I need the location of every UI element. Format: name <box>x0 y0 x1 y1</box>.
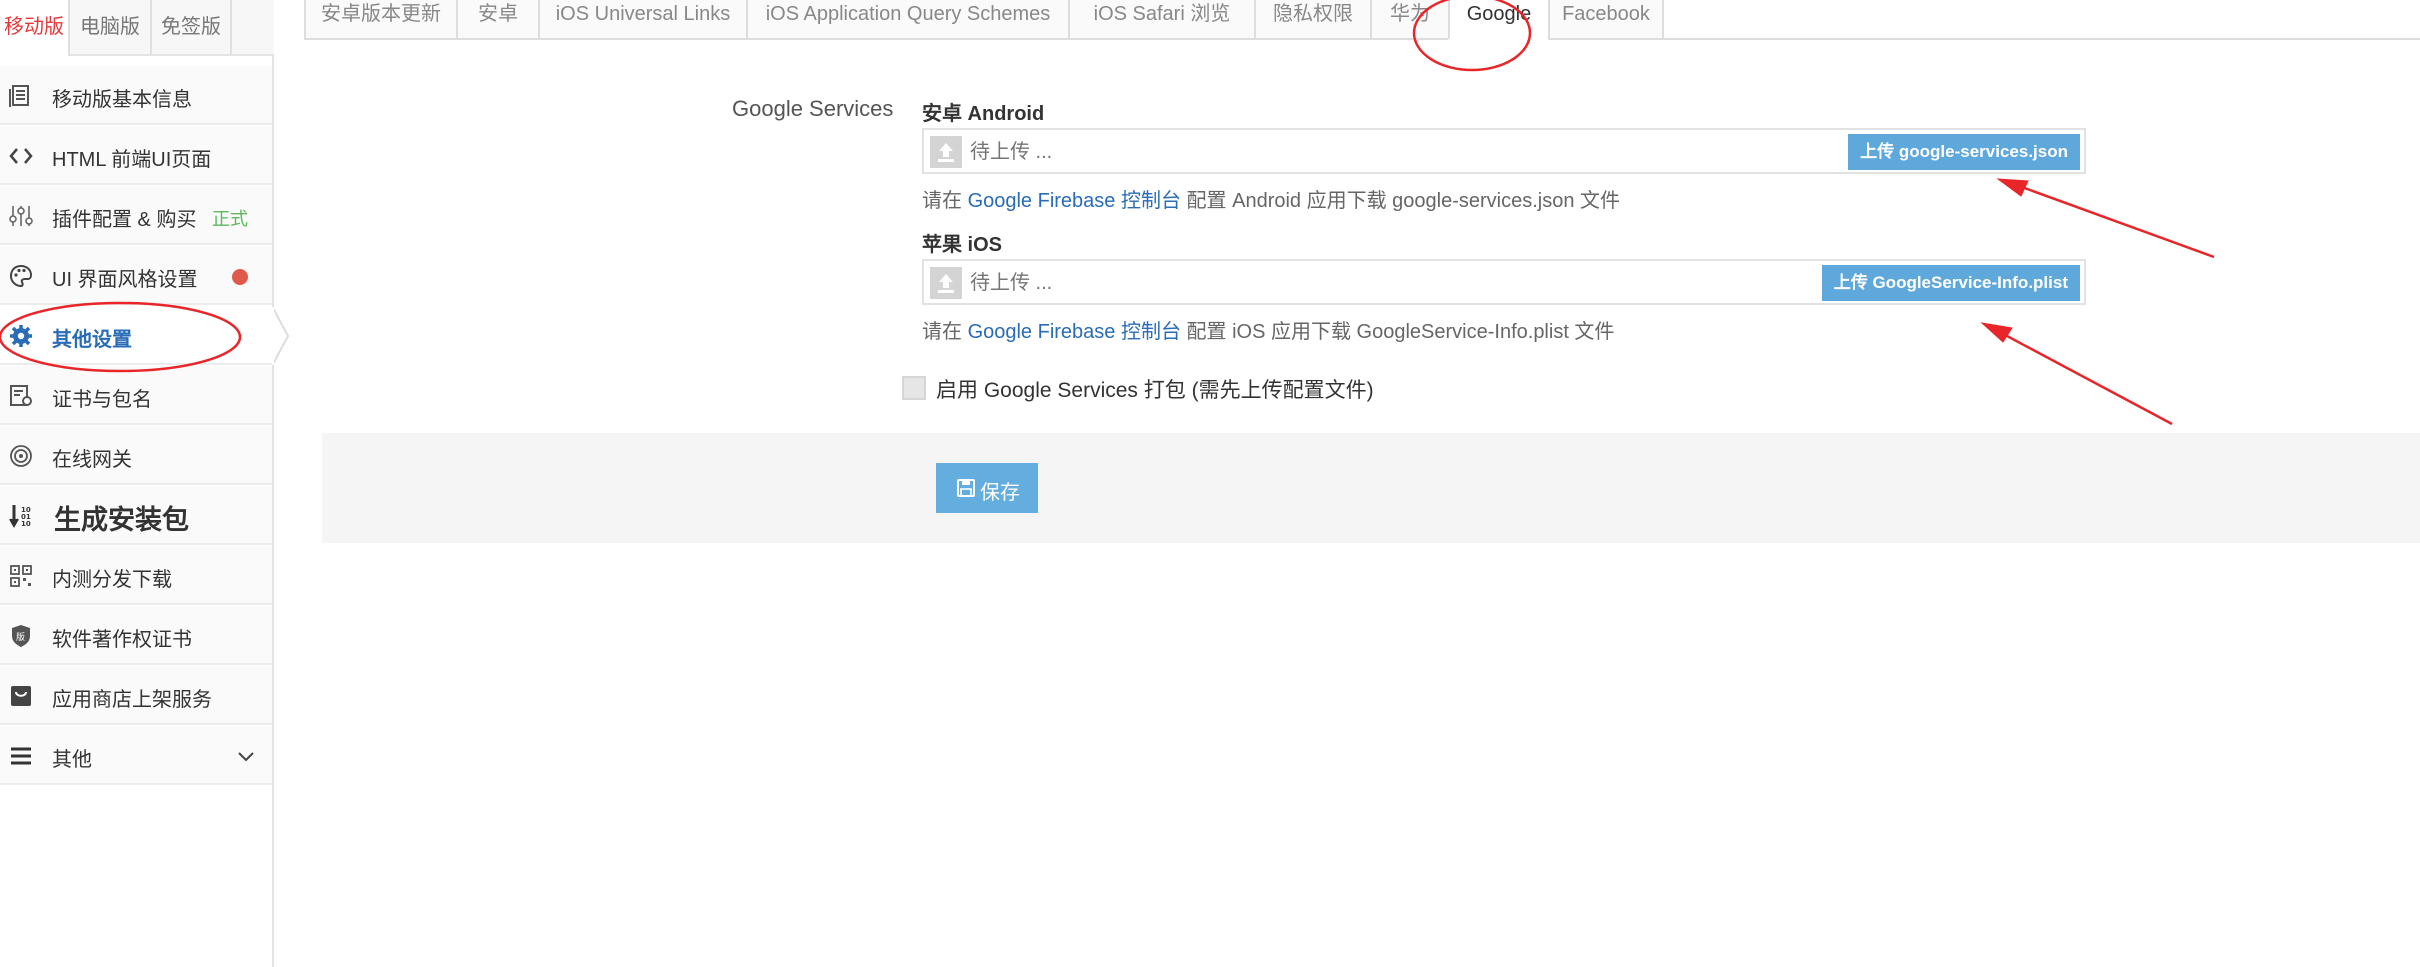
tab-ios-universal-links[interactable]: iOS Universal Links <box>538 0 748 40</box>
sidebar-item-label: 移动版基本信息 <box>52 89 192 111</box>
code-icon <box>8 143 34 169</box>
palette-icon <box>8 263 34 289</box>
sidebar-item-html-ui[interactable]: HTML 前端UI页面 <box>0 126 272 185</box>
android-upload-field: 上传 google-services.json <box>922 128 2086 174</box>
sidebar-item-label: 内测分发下载 <box>52 569 172 591</box>
sidebar-item-label: 软件著作权证书 <box>52 629 192 651</box>
tab-privacy[interactable]: 隐私权限 <box>1254 0 1372 40</box>
tab-huawei[interactable]: 华为 <box>1370 0 1450 40</box>
official-badge: 正式 <box>212 209 248 229</box>
menu-icon <box>8 743 34 769</box>
sidebar-item-other-settings[interactable]: 其他设置 <box>0 306 272 365</box>
sidebar-item-build-package[interactable]: 10 01 10 生成安装包 <box>0 486 272 545</box>
svg-text:版: 版 <box>16 631 25 643</box>
notification-dot <box>232 269 248 285</box>
google-services-label: Google Services <box>732 96 894 121</box>
tab-facebook[interactable]: Facebook <box>1548 0 1664 40</box>
tab-android[interactable]: 安卓 <box>456 0 540 40</box>
firebase-console-link[interactable]: Google Firebase 控制台 <box>968 321 1181 343</box>
network-icon <box>8 443 34 469</box>
chevron-down-icon[interactable] <box>236 746 256 766</box>
upload-icon <box>930 267 962 299</box>
save-button[interactable]: 保存 <box>936 463 1038 513</box>
sidebar-tab-desktop[interactable]: 电脑版 <box>70 0 152 54</box>
gear-icon <box>8 323 34 349</box>
sidebar-item-label: UI 界面风格设置 <box>52 269 198 291</box>
ios-file-input[interactable] <box>970 267 1570 299</box>
enable-google-services-checkbox[interactable] <box>902 376 926 400</box>
sidebar-item-label: 应用商店上架服务 <box>52 689 212 711</box>
upload-google-services-json-button[interactable]: 上传 google-services.json <box>1848 134 2080 170</box>
sidebar-item-copyright[interactable]: 版 软件著作权证书 <box>0 606 272 665</box>
tab-google[interactable]: Google <box>1448 0 1550 40</box>
enable-google-services-label[interactable]: 启用 Google Services 打包 (需先上传配置文件) <box>936 374 1374 404</box>
sidebar-item-label: 其他设置 <box>52 329 132 351</box>
sidebar-item-ui-style[interactable]: UI 界面风格设置 <box>0 246 272 305</box>
tab-android-update[interactable]: 安卓版本更新 <box>304 0 458 40</box>
copyright-shield-icon: 版 <box>8 623 34 649</box>
sidebar-tab-mobile[interactable]: 移动版 <box>0 0 70 56</box>
annotation-arrow-android <box>1996 178 2215 259</box>
help-prefix: 请在 <box>922 190 962 212</box>
sidebar-tab-nosign[interactable]: 免签版 <box>152 0 232 54</box>
sidebar: 移动版 电脑版 免签版 移动版基本信息 HTML 前端UI页面 插件配置 & 购… <box>0 0 274 967</box>
sidebar-item-plugin-config[interactable]: 插件配置 & 购买 正式 <box>0 186 272 245</box>
save-label: 保存 <box>980 482 1020 504</box>
sidebar-item-label: 其他 <box>52 749 92 771</box>
sidebar-item-label: 证书与包名 <box>52 389 152 411</box>
sidebar-item-label: HTML 前端UI页面 <box>52 149 212 171</box>
android-help-text: 请在 Google Firebase 控制台 配置 Android 应用下载 g… <box>922 184 1620 213</box>
sidebar-item-label: 生成安装包 <box>54 505 189 535</box>
sidebar-item-certificate[interactable]: 证书与包名 <box>0 366 272 425</box>
ios-label: 苹果 iOS <box>922 234 1003 256</box>
sidebar-item-label: 插件配置 & 购买 <box>52 209 197 231</box>
active-item-pointer <box>272 306 290 366</box>
help-prefix: 请在 <box>922 321 962 343</box>
sidebar-item-app-store-service[interactable]: 应用商店上架服务 <box>0 666 272 725</box>
floppy-disk-icon <box>957 479 975 497</box>
certificate-icon <box>8 383 34 409</box>
android-label: 安卓 Android <box>922 103 1045 125</box>
sliders-icon <box>8 203 34 229</box>
document-list-icon <box>8 83 34 109</box>
sidebar-item-beta-distribution[interactable]: 内测分发下载 <box>0 546 272 605</box>
store-bag-icon <box>8 683 34 709</box>
binary-sort-icon: 10 01 10 <box>8 503 34 529</box>
sidebar-version-tabs: 移动版 电脑版 免签版 <box>0 0 274 56</box>
svg-text:10: 10 <box>21 520 31 528</box>
sidebar-item-label: 在线网关 <box>52 449 132 471</box>
ios-upload-field: 上传 GoogleService-Info.plist <box>922 259 2086 305</box>
tab-ios-query-schemes[interactable]: iOS Application Query Schemes <box>746 0 1070 40</box>
ios-help-text: 请在 Google Firebase 控制台 配置 iOS 应用下载 Googl… <box>922 315 1614 344</box>
upload-icon <box>930 136 962 168</box>
sidebar-item-other[interactable]: 其他 <box>0 726 272 785</box>
sidebar-item-online-gateway[interactable]: 在线网关 <box>0 426 272 485</box>
form-footer: 保存 <box>322 433 2420 543</box>
help-suffix: 配置 Android 应用下载 google-services.json 文件 <box>1186 190 1621 212</box>
annotation-arrow-ios <box>1980 322 2173 426</box>
tab-ios-safari[interactable]: iOS Safari 浏览 <box>1068 0 1256 40</box>
sidebar-item-mobile-basic-info[interactable]: 移动版基本信息 <box>0 66 272 125</box>
help-suffix: 配置 iOS 应用下载 GoogleService-Info.plist 文件 <box>1186 321 1615 343</box>
firebase-console-link[interactable]: Google Firebase 控制台 <box>968 190 1181 212</box>
upload-googleservice-info-plist-button[interactable]: 上传 GoogleService-Info.plist <box>1821 265 2080 301</box>
qrcode-icon <box>8 563 34 589</box>
settings-tabs: 安卓版本更新 安卓 iOS Universal Links iOS Applic… <box>304 0 2420 40</box>
android-file-input[interactable] <box>970 136 1570 168</box>
